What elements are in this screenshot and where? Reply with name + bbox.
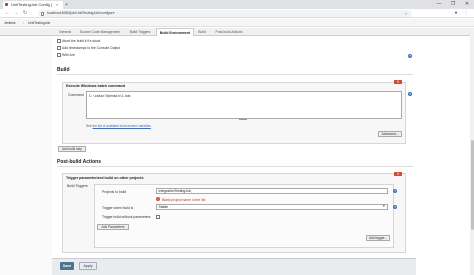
breadcrumb-jenkins[interactable]: Jenkins	[4, 19, 16, 27]
tab-general[interactable]: General	[56, 28, 74, 36]
add-trigger-button[interactable]: Add trigger...	[366, 235, 390, 241]
divider	[57, 166, 413, 167]
info-icon[interactable]	[41, 11, 44, 16]
divider	[57, 74, 413, 75]
textarea-resize-handle[interactable]	[239, 119, 247, 120]
profile-icon[interactable]: ●	[452, 9, 460, 18]
reload-icon[interactable]: ↻	[21, 9, 29, 18]
breadcrumb-separator-icon: ›	[23, 21, 25, 25]
form-footer	[52, 258, 416, 275]
breadcrumb-job[interactable]: UnitTestingJob	[28, 19, 50, 27]
help-icon[interactable]: ?	[393, 205, 397, 209]
delete-post-build-button[interactable]: X	[394, 172, 402, 176]
add-parameters-button[interactable]: Add Parameters	[97, 224, 129, 230]
trigger-without-params-checkbox[interactable]	[156, 215, 160, 219]
tab-source-code-management[interactable]: Source Code Management	[76, 28, 124, 36]
browser-tab[interactable]: UnitTestingJob Config [	[3, 1, 63, 9]
trigger-when-select[interactable]: Stable	[156, 204, 388, 210]
command-textarea[interactable]: C:\cabin\Openwin\1.bat	[86, 91, 402, 119]
help-icon[interactable]: ?	[408, 92, 412, 96]
timestamps-label: Add timestamps to the Console Output	[62, 46, 121, 50]
address-bar[interactable]: localhost:8080/job/UnitTestingJob/config…	[38, 10, 412, 17]
trigger-when-label: Trigger when build is	[102, 206, 134, 210]
advanced-button[interactable]: Advanced...	[378, 131, 402, 137]
close-window-button[interactable]: ✕	[460, 0, 474, 9]
post-build-step-title: Trigger parameterized build on other pro…	[66, 176, 144, 180]
timestamps-checkbox[interactable]	[57, 46, 61, 50]
tab-post-build-actions[interactable]: Post-build Actions	[210, 28, 248, 36]
error-icon: !	[156, 197, 160, 201]
browser-titlebar	[0, 0, 474, 9]
tab-build-triggers[interactable]: Build Triggers	[126, 28, 154, 36]
breadcrumb	[0, 19, 474, 27]
post-build-section-title: Post-build Actions	[57, 159, 101, 165]
scrollbar-thumb[interactable]	[470, 140, 474, 230]
with-ant-label: With Ant	[62, 53, 75, 57]
apply-button[interactable]: Apply	[79, 262, 97, 270]
chevron-down-icon: ▾	[383, 204, 385, 208]
minimize-button[interactable]: —	[432, 0, 446, 9]
forward-icon[interactable]: →	[12, 9, 20, 18]
build-section-title: Build	[57, 67, 70, 73]
delete-build-step-button[interactable]: X	[394, 80, 402, 84]
new-tab-button[interactable]: +	[65, 1, 68, 9]
command-label: Command	[68, 93, 84, 97]
env-vars-note: See the list of available environment va…	[86, 124, 151, 128]
help-icon[interactable]: ?	[393, 189, 397, 193]
projects-label: Projects to build	[102, 190, 127, 194]
tab-build-environment[interactable]: Build Environment	[156, 28, 194, 36]
env-vars-link[interactable]: the list of available environment variab…	[93, 124, 151, 128]
build-triggers-label: Build Triggers	[67, 184, 88, 188]
add-build-step-button[interactable]: Add build step	[58, 146, 86, 152]
abort-stuck-label: Abort the build if it's stuck	[62, 39, 101, 43]
back-icon[interactable]: ←	[3, 9, 11, 18]
build-step-title: Execute Windows batch command	[66, 84, 126, 88]
maximize-button[interactable]: ❐	[446, 0, 460, 9]
left-margin	[0, 36, 52, 275]
tab-build[interactable]: Build	[196, 28, 208, 36]
error-message: Blank project name in the list	[162, 197, 206, 202]
with-ant-checkbox[interactable]	[57, 53, 61, 57]
projects-input[interactable]: IntegrationTestingJob,	[156, 188, 388, 194]
help-icon[interactable]: ?	[408, 54, 412, 58]
tab-close-icon[interactable]: ×	[56, 1, 58, 9]
bookmark-star-icon[interactable]: ☆	[404, 10, 408, 17]
trigger-without-params-label: Trigger build without parameters	[102, 215, 151, 219]
save-button[interactable]: Save	[60, 262, 74, 270]
menu-icon[interactable]: ⋮	[462, 9, 470, 18]
jenkins-favicon-icon	[5, 3, 8, 6]
abort-stuck-checkbox[interactable]	[57, 39, 61, 43]
